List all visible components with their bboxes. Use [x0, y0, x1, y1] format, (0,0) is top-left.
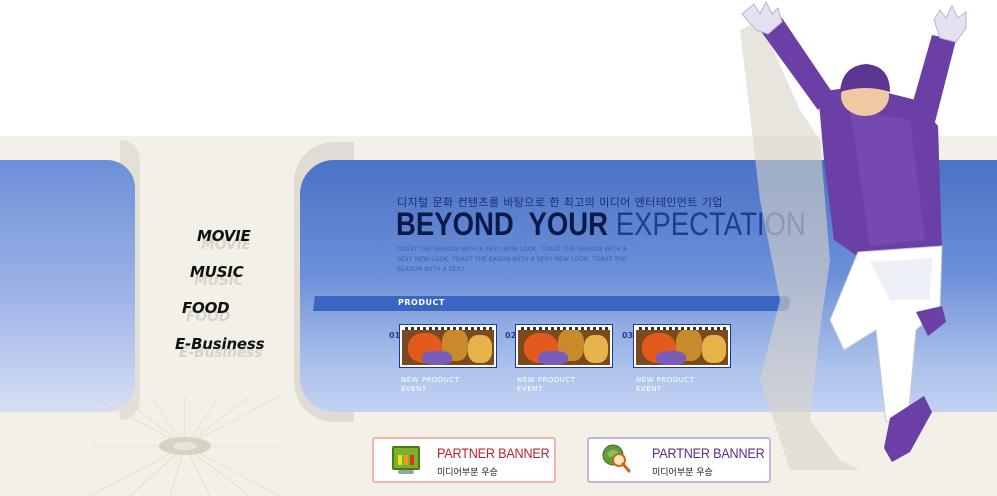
partner-banner-2[interactable]: PARTNER BANNER 미디어부분 우승	[587, 437, 771, 483]
product-section-label: PRODUCT	[398, 298, 445, 307]
dancer-illustration	[740, 0, 967, 470]
product-image-1	[402, 327, 494, 365]
product-caption-line2: EVENT	[517, 385, 543, 393]
nav-item-food[interactable]: FOOD	[182, 299, 230, 317]
product-thumbnail-3[interactable]	[633, 324, 731, 368]
globe-magnifier-icon	[602, 444, 631, 473]
main-nav: MOVIE MOVIE MUSIC MUSIC FOOD FOOD E-Busi…	[0, 0, 300, 496]
nav-item-ebusiness[interactable]: E-Business	[175, 335, 265, 353]
monitor-stand	[398, 470, 414, 474]
product-thumbnail-1[interactable]	[399, 324, 497, 368]
product-caption-3[interactable]: NEW PRODUCT EVENT	[636, 376, 695, 394]
banner-title: PARTNER BANNER	[652, 445, 765, 461]
product-caption-1[interactable]: NEW PRODUCT EVENT	[401, 376, 460, 394]
banner-title: PARTNER BANNER	[437, 445, 550, 461]
partner-banner-1[interactable]: PARTNER BANNER 미디어부분 우승	[372, 437, 556, 483]
product-caption-line1: NEW PRODUCT	[517, 376, 576, 384]
nav-item-movie[interactable]: MOVIE	[197, 227, 251, 245]
product-caption-line1: NEW PRODUCT	[401, 376, 460, 384]
hero-body-text: TOAST THE SEASON WITH A SEXY NEW LOOK. T…	[397, 246, 628, 273]
product-image-2	[518, 327, 610, 365]
banner-subtitle: 미디어부분 우승	[437, 468, 498, 478]
product-number-3: 03	[622, 331, 634, 340]
product-caption-2[interactable]: NEW PRODUCT EVENT	[517, 376, 576, 394]
nav-item-music[interactable]: MUSIC	[190, 263, 244, 281]
product-caption-line2: EVENT	[636, 385, 662, 393]
product-thumbnail-2[interactable]	[515, 324, 613, 368]
product-image-3	[636, 327, 728, 365]
product-caption-line2: EVENT	[401, 385, 427, 393]
product-caption-line1: NEW PRODUCT	[636, 376, 695, 384]
banner-subtitle: 미디어부분 우승	[652, 468, 713, 478]
headline-part1: BEYOND YOUR	[396, 206, 609, 242]
chart-monitor-icon	[392, 446, 420, 470]
